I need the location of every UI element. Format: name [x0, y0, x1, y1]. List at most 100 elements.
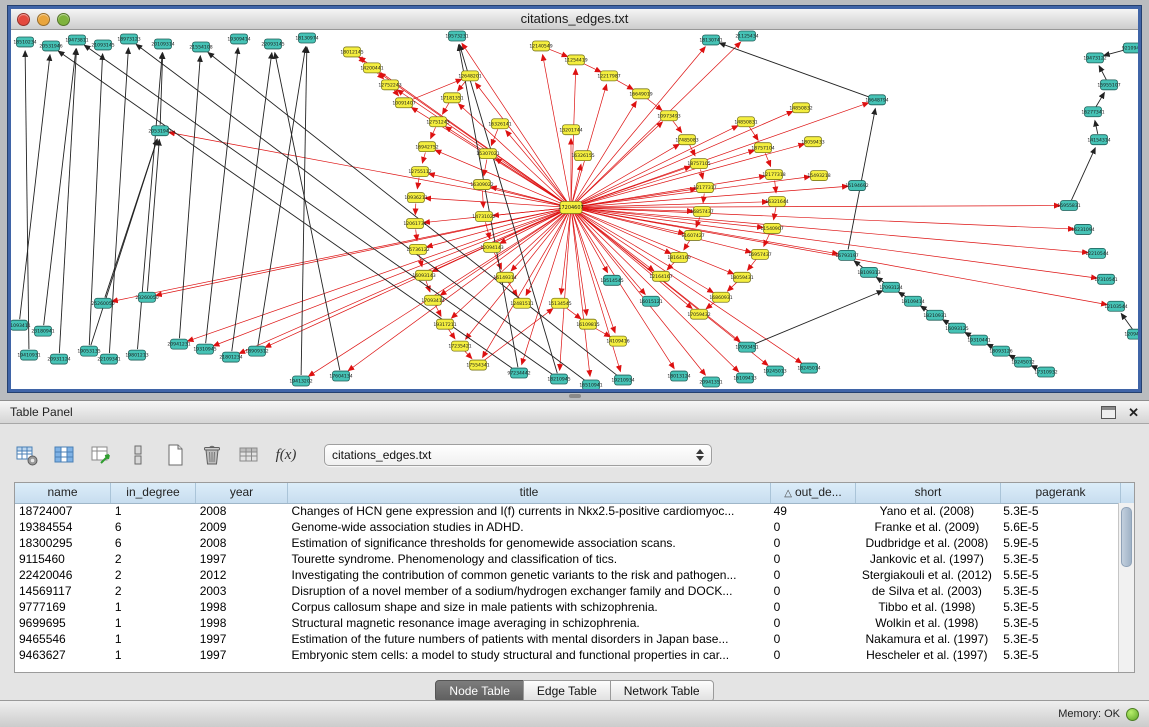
table-cell[interactable]: Estimation of significance thresholds fo… [288, 535, 770, 551]
table-cell[interactable]: 5.3E-5 [999, 599, 1119, 615]
table-settings-button[interactable] [14, 442, 40, 468]
table-cell[interactable]: 0 [770, 567, 855, 583]
table-cell[interactable]: 9699695 [15, 615, 111, 631]
tab-node-table[interactable]: Node Table [435, 680, 524, 702]
table-cell[interactable]: Genome-wide association studies in ADHD. [288, 519, 770, 535]
table-function-button[interactable] [88, 442, 114, 468]
table-cell[interactable]: 19384554 [15, 519, 111, 535]
column-header-pagerank[interactable]: pagerank [1001, 483, 1121, 503]
table-row[interactable]: 2242004622012Investigating the contribut… [15, 567, 1119, 583]
table-row[interactable]: 911546021997Tourette syndrome. Phenomeno… [15, 551, 1119, 567]
table-row[interactable]: 1938455462009Genome-wide association stu… [15, 519, 1119, 535]
delete-table-button[interactable] [199, 442, 225, 468]
function-builder-button[interactable]: f(x) [273, 442, 299, 468]
network-canvas[interactable]: 1851023420531946194738112109314518973123… [11, 30, 1138, 389]
table-cell[interactable]: 1997 [196, 551, 288, 567]
table-row[interactable]: 946362711997Embryonic stem cells: a mode… [15, 647, 1119, 663]
panel-splitter[interactable] [0, 392, 1149, 400]
table-cell[interactable]: Estimation of the future numbers of pati… [288, 631, 770, 647]
table-cell[interactable]: 5.3E-5 [999, 615, 1119, 631]
table-cell[interactable]: 1 [111, 631, 196, 647]
table-cell[interactable]: Corpus callosum shape and size in male p… [288, 599, 770, 615]
table-cell[interactable]: 1997 [196, 631, 288, 647]
table-cell[interactable]: 0 [770, 647, 855, 663]
minimize-window-button[interactable] [37, 13, 50, 26]
table-cell[interactable]: 0 [770, 551, 855, 567]
table-cell[interactable]: Jankovic et al. (1997) [854, 551, 999, 567]
table-cell[interactable]: Tourette syndrome. Phenomenology and cla… [288, 551, 770, 567]
table-cell[interactable]: 1 [111, 503, 196, 519]
table-cell[interactable]: 5.3E-5 [999, 503, 1119, 519]
table-cell[interactable]: 5.9E-5 [999, 535, 1119, 551]
column-header-short[interactable]: short [856, 483, 1001, 503]
table-cell[interactable]: 18300295 [15, 535, 111, 551]
table-cell[interactable]: Tibbo et al. (1998) [854, 599, 999, 615]
table-cell[interactable]: 2003 [196, 583, 288, 599]
table-cell[interactable]: 0 [770, 519, 855, 535]
table-cell[interactable]: 9115460 [15, 551, 111, 567]
import-table-button[interactable] [236, 442, 262, 468]
table-cell[interactable]: 2009 [196, 519, 288, 535]
table-row[interactable]: 1830029562008Estimation of significance … [15, 535, 1119, 551]
table-cell[interactable]: 0 [770, 631, 855, 647]
table-cell[interactable]: Franke et al. (2009) [854, 519, 999, 535]
window-titlebar[interactable]: citations_edges.txt [11, 9, 1138, 30]
table-cell[interactable]: 5.3E-5 [999, 583, 1119, 599]
table-cell[interactable]: 0 [770, 535, 855, 551]
table-cell[interactable]: 5.6E-5 [999, 519, 1119, 535]
table-cell[interactable]: 9777169 [15, 599, 111, 615]
citation-network-graph[interactable]: 1851023420531946194738112109314518973123… [11, 30, 1138, 389]
table-cell[interactable]: 2008 [196, 503, 288, 519]
table-cell[interactable]: 18724007 [15, 503, 111, 519]
table-cell[interactable]: Yano et al. (2008) [854, 503, 999, 519]
table-cell[interactable]: 49 [770, 503, 855, 519]
close-window-button[interactable] [17, 13, 30, 26]
table-cell[interactable]: 1998 [196, 599, 288, 615]
table-cell[interactable]: 1998 [196, 615, 288, 631]
table-cell[interactable]: de Silva et al. (2003) [854, 583, 999, 599]
table-row[interactable]: 946554611997Estimation of the future num… [15, 631, 1119, 647]
table-cell[interactable]: Disruption of a novel member of a sodium… [288, 583, 770, 599]
column-header-title[interactable]: title [288, 483, 771, 503]
column-header-name[interactable]: name [15, 483, 111, 503]
table-cell[interactable]: 2012 [196, 567, 288, 583]
table-cell[interactable]: 1997 [196, 647, 288, 663]
table-cell[interactable]: 9463627 [15, 647, 111, 663]
close-panel-icon[interactable]: ✕ [1128, 407, 1139, 418]
table-cell[interactable]: Embryonic stem cells: a model to study s… [288, 647, 770, 663]
new-table-button[interactable] [162, 442, 188, 468]
table-cell[interactable]: 6 [111, 535, 196, 551]
table-cell[interactable]: Dudbridge et al. (2008) [854, 535, 999, 551]
zoom-window-button[interactable] [57, 13, 70, 26]
table-cell[interactable]: 0 [770, 583, 855, 599]
column-header-out_de[interactable]: △out_de... [771, 483, 856, 503]
table-cell[interactable]: Hescheler et al. (1997) [854, 647, 999, 663]
column-header-year[interactable]: year [196, 483, 288, 503]
scrollbar-thumb[interactable] [1121, 507, 1132, 567]
tab-network-table[interactable]: Network Table [610, 680, 714, 702]
table-cell[interactable]: Nakamura et al. (1997) [854, 631, 999, 647]
float-panel-icon[interactable] [1101, 406, 1116, 419]
table-cell[interactable]: Wolkin et al. (1998) [854, 615, 999, 631]
row-options-button[interactable] [125, 442, 151, 468]
table-cell[interactable]: 1 [111, 647, 196, 663]
table-cell[interactable]: 1 [111, 599, 196, 615]
vertical-scrollbar[interactable] [1118, 503, 1134, 672]
table-cell[interactable]: 5.3E-5 [999, 551, 1119, 567]
table-cell[interactable]: 2 [111, 583, 196, 599]
table-cell[interactable]: Structural magnetic resonance image aver… [288, 615, 770, 631]
table-row[interactable]: 1872400712008Changes of HCN gene express… [15, 503, 1119, 519]
select-columns-button[interactable] [51, 442, 77, 468]
table-cell[interactable]: Changes of HCN gene expression and I(f) … [288, 503, 770, 519]
table-cell[interactable]: 14569117 [15, 583, 111, 599]
table-cell[interactable]: 0 [770, 615, 855, 631]
table-cell[interactable]: 5.5E-5 [999, 567, 1119, 583]
splitter-handle-icon[interactable] [569, 394, 581, 398]
table-row[interactable]: 969969511998Structural magnetic resonanc… [15, 615, 1119, 631]
table-source-dropdown[interactable]: citations_edges.txt [324, 444, 712, 466]
table-cell[interactable]: Stergiakouli et al. (2012) [854, 567, 999, 583]
table-cell[interactable]: 2 [111, 567, 196, 583]
table-cell[interactable]: 5.3E-5 [999, 631, 1119, 647]
column-header-in_degree[interactable]: in_degree [111, 483, 196, 503]
table-row[interactable]: 977716911998Corpus callosum shape and si… [15, 599, 1119, 615]
